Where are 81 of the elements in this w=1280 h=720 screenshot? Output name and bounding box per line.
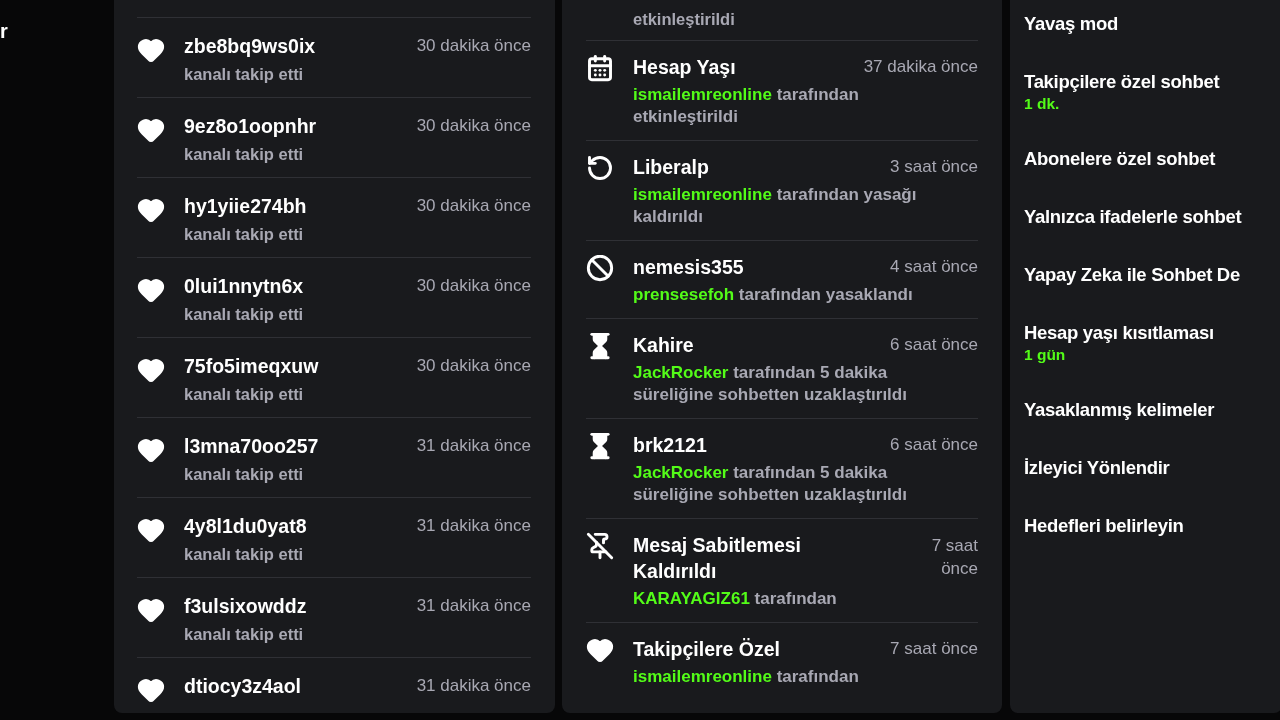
username[interactable]: 9ez8o1oopnhr xyxy=(184,113,317,139)
timestamp: 7 saat önce xyxy=(890,638,978,660)
timestamp: 4 saat önce xyxy=(890,256,978,278)
heart-icon xyxy=(137,356,165,384)
user-link[interactable]: prensesefoh xyxy=(633,285,735,304)
timestamp: 31 dakika önce xyxy=(416,675,531,697)
timestamp: 37 dakika önce xyxy=(863,56,978,78)
username[interactable]: l3mna70oo257 xyxy=(184,433,319,459)
heart-icon xyxy=(137,436,165,464)
event-description: ismailemreonline tarafından yasağı kaldırıldı xyxy=(633,184,918,228)
setting-label[interactable]: Yavaş mod xyxy=(1024,12,1280,36)
action-text: kanalı takip etti xyxy=(184,304,305,325)
event-title: Takipçilere Özel xyxy=(633,637,781,662)
username[interactable]: zbe8bq9ws0ix xyxy=(184,33,316,59)
username[interactable]: 4y8l1du0yat8 xyxy=(184,513,307,539)
timestamp: 30 dakika önce xyxy=(416,195,531,217)
heart-icon xyxy=(137,676,165,704)
username[interactable]: dtiocy3z4aol xyxy=(184,673,302,699)
heart-icon xyxy=(137,196,165,224)
ban-icon xyxy=(586,254,614,282)
username[interactable]: 0lui1nnytn6x xyxy=(184,273,304,299)
heart-icon xyxy=(137,116,165,144)
heart-icon xyxy=(137,36,165,64)
user-link[interactable]: ismailemreonline xyxy=(633,85,772,104)
username[interactable]: hy1yiie274bh xyxy=(184,193,307,219)
action-text: kanalı takip etti xyxy=(184,144,305,165)
username[interactable]: f3ulsixowddz xyxy=(184,593,307,619)
heart-icon xyxy=(137,276,165,304)
action-text: kanalı takip etti xyxy=(184,384,305,405)
event-title: nemesis355 xyxy=(633,255,744,280)
action-text: kanalı takip etti xyxy=(184,224,305,245)
timestamp: 7 saat önce xyxy=(930,535,978,580)
event-description: prensesefoh tarafından yasaklandı xyxy=(633,284,914,306)
heart-icon xyxy=(137,516,165,544)
setting-label[interactable]: Hedefleri belirleyin xyxy=(1024,514,1280,538)
sidebar-label: r xyxy=(0,20,8,43)
setting-label[interactable]: Hesap yaşı kısıtlaması xyxy=(1024,321,1280,345)
event-description: etkinleştirildi xyxy=(633,9,735,30)
timestamp: 31 dakika önce xyxy=(416,595,531,617)
setting-label[interactable]: İzleyici Yönlendir xyxy=(1024,456,1280,480)
heart-icon xyxy=(137,596,165,624)
heart-icon xyxy=(586,636,614,664)
user-link[interactable]: ismailemreonline xyxy=(633,185,772,204)
calendar-icon xyxy=(586,54,614,82)
timestamp: 30 dakika önce xyxy=(416,115,531,137)
setting-value: 1 dk. xyxy=(1024,94,1061,114)
unpin-icon xyxy=(586,532,614,560)
event-title: Hesap Yaşı xyxy=(633,55,736,80)
event-description: ismailemreonline tarafından etkinleştirildi xyxy=(633,84,860,128)
user-link[interactable]: JackRocker xyxy=(633,363,729,382)
user-link[interactable]: ismailemreonline xyxy=(633,667,772,686)
user-link[interactable]: KARAYAGIZ61 xyxy=(633,589,750,608)
setting-label[interactable]: Yasaklanmış kelimeler xyxy=(1024,398,1280,422)
event-title: Liberalp xyxy=(633,155,709,180)
timestamp: 30 dakika önce xyxy=(416,275,531,297)
setting-label[interactable]: Takipçilere özel sohbet xyxy=(1024,70,1280,94)
event-title: brk2121 xyxy=(633,433,707,458)
username[interactable]: 75fo5imeqxuw xyxy=(184,353,319,379)
event-description: ismailemreonline tarafından xyxy=(633,666,860,688)
setting-label[interactable]: Yapay Zeka ile Sohbet De xyxy=(1024,263,1280,287)
event-title: Mesaj Sabitlemesi Kaldırıldı xyxy=(633,533,802,584)
timestamp: 6 saat önce xyxy=(890,434,978,456)
action-text: kanalı takip etti xyxy=(184,464,305,485)
timestamp: 30 dakika önce xyxy=(416,355,531,377)
action-text: kanalı takip etti xyxy=(184,64,305,85)
event-description: KARAYAGIZ61 tarafından xyxy=(633,588,838,610)
action-text: kanalı takip etti xyxy=(184,544,305,565)
setting-label[interactable]: Abonelere özel sohbet xyxy=(1024,147,1280,171)
event-description: JackRocker tarafından 5 dakika süreliğine sohbetten uzaklaştırıldı xyxy=(633,462,908,506)
event-description: JackRocker tarafından 5 dakika süreliğine sohbetten uzaklaştırıldı xyxy=(633,362,908,406)
event-title: Kahire xyxy=(633,333,694,358)
undo-icon xyxy=(586,154,614,182)
setting-label[interactable]: Yalnızca ifadelerle sohbet xyxy=(1024,205,1280,229)
setting-value: 1 gün xyxy=(1024,345,1067,365)
user-link[interactable]: JackRocker xyxy=(633,463,729,482)
timestamp: 31 dakika önce xyxy=(416,515,531,537)
timestamp: 6 saat önce xyxy=(890,334,978,356)
timestamp: 3 saat önce xyxy=(890,156,978,178)
timestamp: 30 dakika önce xyxy=(416,35,531,57)
timestamp: 31 dakika önce xyxy=(416,435,531,457)
action-text: kanalı takip etti xyxy=(184,624,305,645)
